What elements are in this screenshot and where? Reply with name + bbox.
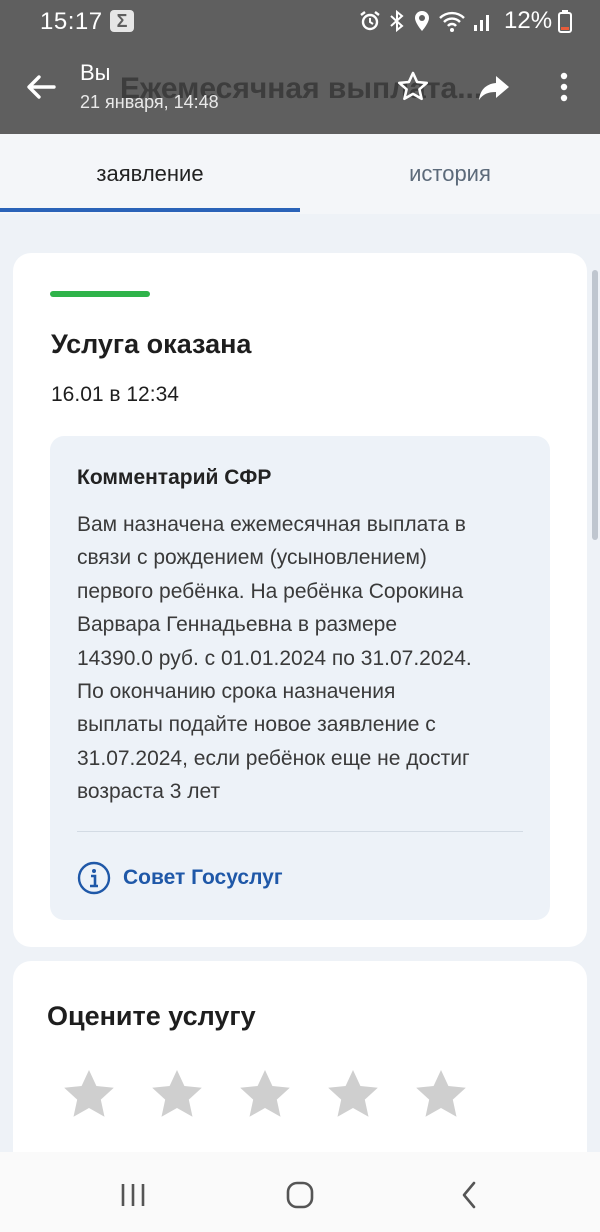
home-icon[interactable] (285, 1180, 315, 1210)
wifi-icon (439, 11, 465, 32)
more-vert-icon[interactable] (552, 70, 576, 104)
comment-line: По окончанию срока назначения (77, 680, 396, 704)
comment-line: 31.07.2024, если ребёнок еще не достиг (77, 746, 470, 770)
active-tab-indicator (0, 208, 300, 212)
tab-bar: заявление история (0, 134, 600, 214)
status-title: Услуга оказана (51, 329, 252, 359)
sender-name: Вы (80, 60, 111, 85)
comment-line: связи с рождением (усыновлением) (77, 546, 427, 570)
tab-application[interactable]: заявление (0, 134, 300, 214)
rating-title: Оцените услугу (47, 1001, 256, 1031)
battery-percent: 12% (504, 7, 553, 34)
status-date: 16.01 в 12:34 (51, 383, 179, 406)
share-icon[interactable] (476, 72, 512, 104)
scrollbar[interactable] (592, 270, 598, 540)
app-bar: Ежемесячная выплата... Вы 21 января, 14:… (0, 44, 600, 134)
comment-line: первого ребёнка. На ребёнка Сорокина (77, 579, 464, 603)
info-icon (77, 861, 111, 895)
comment-line: Варвара Геннадьевна в размере (77, 613, 398, 637)
rating-stars (61, 1067, 469, 1123)
comment-box: Комментарий СФР Вам назначена ежемесячна… (50, 436, 550, 920)
advice-link[interactable]: Совет Госуслуг (77, 861, 283, 895)
battery-icon (558, 10, 573, 33)
comment-line: 14390.0 руб. с 01.01.2024 по 31.07.2024. (77, 646, 472, 670)
comment-line: выплаты подайте новое заявление с (77, 713, 436, 737)
rating-star-4[interactable] (325, 1067, 381, 1123)
comment-line: Вам назначена ежемесячная выплата в (77, 513, 466, 536)
rating-star-2[interactable] (149, 1067, 205, 1123)
signal-icon (474, 15, 489, 31)
divider (77, 831, 523, 832)
comment-text: Вам назначена ежемесячная выплата в связ… (77, 508, 537, 809)
clock: 15:17 (40, 8, 103, 35)
status-card: Услуга оказана 16.01 в 12:34 Комментарий… (13, 253, 587, 947)
back-arrow-icon[interactable] (24, 70, 58, 104)
advice-label: Совет Госуслуг (123, 866, 283, 889)
tab-history[interactable]: история (300, 134, 600, 214)
status-indicator-bar (50, 291, 150, 297)
comment-line: возраста 3 лет (77, 780, 221, 804)
location-icon (415, 11, 429, 31)
rating-star-5[interactable] (413, 1067, 469, 1123)
rating-star-3[interactable] (237, 1067, 293, 1123)
status-icons: 12% (358, 7, 573, 34)
alarm-icon (360, 11, 380, 31)
message-date: 21 января, 14:48 (80, 92, 219, 112)
nav-back-icon[interactable] (455, 1180, 485, 1210)
rating-star-1[interactable] (61, 1067, 117, 1123)
system-nav-bar (0, 1152, 600, 1232)
recent-apps-icon[interactable] (118, 1180, 148, 1210)
sigma-app-icon: Σ (110, 10, 134, 32)
bluetooth-icon (390, 9, 404, 33)
star-icon[interactable] (396, 70, 430, 104)
status-bar: 15:17 Σ 12% (0, 0, 600, 44)
comment-heading: Комментарий СФР (77, 466, 272, 489)
